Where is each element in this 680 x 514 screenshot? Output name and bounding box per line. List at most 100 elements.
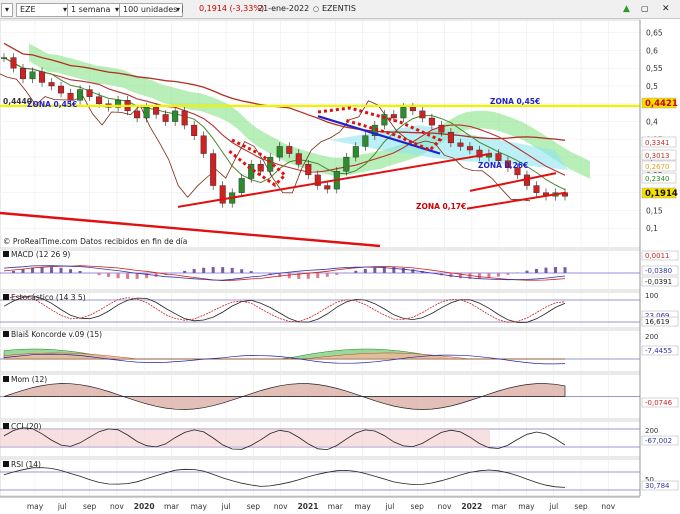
chart-canvas: ZONA 0,45€ ZONA 0,45€ ZONA 0,26€ ZONA 0,17€… bbox=[0, 19, 679, 511]
macd-histogram-bar bbox=[487, 273, 491, 279]
panel-title-text: Estocástico (14 3 5) bbox=[11, 293, 86, 302]
macd-histogram-bar bbox=[192, 269, 196, 273]
candle-body bbox=[143, 107, 150, 119]
candle-body bbox=[438, 124, 445, 133]
settings-icon[interactable]: ▾ bbox=[1, 3, 13, 17]
panel-frame bbox=[0, 291, 641, 329]
panel-title-rsi: RSI (14) bbox=[3, 460, 41, 469]
channel-dotted bbox=[317, 106, 443, 152]
panel-title-koncorde: Blaiš Koncorde v.09 (15) bbox=[3, 330, 102, 339]
candle-body bbox=[324, 185, 331, 190]
macd-histogram-bar bbox=[97, 273, 101, 276]
indicator-value: 200 bbox=[645, 333, 658, 341]
macd-histogram-bar bbox=[354, 270, 358, 273]
candle-body bbox=[466, 146, 473, 151]
candle-body bbox=[115, 100, 122, 108]
macd-histogram-bar bbox=[297, 273, 301, 279]
macd-histogram-bar bbox=[392, 267, 396, 273]
candle-body bbox=[172, 110, 179, 122]
y-tick-label: 0,35 bbox=[646, 135, 663, 144]
x-tick-label: may bbox=[354, 502, 371, 511]
legend-swatch bbox=[3, 20, 12, 29]
indicator-value-box bbox=[641, 316, 679, 327]
legend-swatch bbox=[304, 20, 313, 29]
momentum-area bbox=[3, 383, 566, 410]
indicator-value-box bbox=[641, 250, 679, 261]
macd-histogram-bar bbox=[145, 273, 149, 279]
toolbar: ▾ EZE ▾ 1 semana ▾ 100 unidades ▾ | 0,1914 … bbox=[0, 0, 680, 19]
indicator-value: 0,0011 bbox=[645, 252, 670, 260]
macd-histogram-bar bbox=[563, 267, 567, 273]
x-tick-label: nov bbox=[601, 502, 615, 511]
y-tick-label: 0,5 bbox=[646, 82, 658, 91]
x-tick-label: jul bbox=[384, 502, 394, 511]
macd-histogram-bar bbox=[477, 273, 481, 279]
candle-body bbox=[276, 146, 283, 158]
macd-histogram-bar bbox=[31, 267, 35, 273]
legend-swatch bbox=[255, 20, 264, 29]
macd-histogram-bar bbox=[525, 270, 529, 273]
sma-40-line bbox=[3, 57, 566, 176]
y-tick-label: 0,3 bbox=[646, 153, 658, 162]
legend-label: SMA (4) bbox=[180, 21, 210, 30]
trend-up-icon[interactable]: ▲ bbox=[623, 3, 630, 15]
price-label-box bbox=[641, 160, 677, 172]
legend-item: Ichimoku (9 26 52) bbox=[86, 20, 168, 30]
y-tick-label: 0,4 bbox=[646, 118, 658, 127]
macd-histogram-bar bbox=[278, 273, 282, 277]
price-label-box bbox=[641, 149, 677, 161]
candle-body bbox=[86, 89, 93, 97]
x-tick-label: sep bbox=[247, 502, 261, 511]
panel-frame bbox=[0, 458, 641, 497]
period-select[interactable]: 1 semana ▾ bbox=[67, 3, 122, 17]
panel-title-cci: CCI (20) bbox=[3, 422, 41, 431]
macd-histogram-bar bbox=[534, 268, 538, 273]
candle-body bbox=[39, 71, 46, 83]
macd-histogram-bar bbox=[449, 273, 453, 278]
price-label: 0,3341 bbox=[645, 139, 670, 147]
legend-item: SMA (120) bbox=[255, 20, 305, 30]
legend-label: SMA (200) bbox=[315, 21, 354, 30]
koncorde-brown-area bbox=[3, 352, 565, 360]
radio-icon[interactable]: ○ bbox=[313, 3, 319, 15]
macd-histogram-bar bbox=[221, 267, 225, 273]
legend-label: SMA (20) bbox=[221, 21, 256, 30]
macd-histogram-bar bbox=[116, 273, 120, 279]
candle-body bbox=[419, 110, 426, 119]
symbol-label: EZE bbox=[20, 5, 36, 14]
indicator-value: -0,0380 bbox=[645, 267, 672, 275]
ichimoku-cloud bbox=[29, 43, 590, 179]
legend-label: SMA (40) bbox=[51, 21, 86, 30]
candle-body bbox=[200, 135, 207, 154]
macd-histogram-bar bbox=[468, 273, 472, 279]
indicator-value: 30,784 bbox=[645, 482, 670, 490]
x-tick-label: 2021 bbox=[298, 502, 319, 511]
macd-histogram-bar bbox=[21, 269, 25, 273]
candle-body bbox=[210, 153, 217, 186]
close-icon[interactable]: ✕ bbox=[662, 3, 670, 15]
candle-body bbox=[485, 153, 492, 158]
macd-histogram-bar bbox=[268, 273, 272, 276]
macd-histogram-bar bbox=[287, 273, 291, 279]
macd-histogram-bar bbox=[496, 273, 500, 277]
candle-body bbox=[286, 146, 293, 154]
restore-icon[interactable]: ▢ bbox=[641, 3, 649, 15]
x-tick-label: may bbox=[518, 502, 535, 511]
indicator-value-box bbox=[641, 310, 679, 321]
panel-frame bbox=[0, 19, 641, 249]
indicator-value: -0,0746 bbox=[645, 399, 673, 407]
candle-body bbox=[162, 114, 169, 122]
legend-item: SMA (40) bbox=[40, 20, 85, 30]
macd-histogram-bar bbox=[458, 273, 462, 279]
price-label-box bbox=[641, 187, 677, 199]
indicator-value: -67,002 bbox=[645, 437, 672, 445]
units-select[interactable]: 100 unidades ▾ bbox=[119, 3, 183, 17]
date-label: 21-ene-2022 bbox=[258, 4, 310, 13]
panel-frame bbox=[0, 249, 641, 291]
x-tick-label: mar bbox=[328, 502, 344, 511]
legend-item: SMA (20) bbox=[210, 20, 255, 30]
candle-body bbox=[153, 107, 160, 115]
x-tick-label: jul bbox=[57, 502, 67, 511]
candle-body bbox=[105, 103, 112, 108]
symbol-field[interactable]: EZE ▾ bbox=[16, 3, 70, 17]
